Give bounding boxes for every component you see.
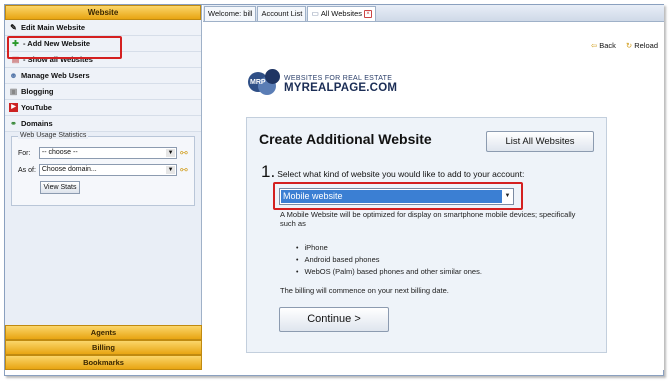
tab-all-websites[interactable]: ▭ All Websites ×: [307, 6, 377, 21]
tab-label: All Websites: [320, 9, 363, 18]
youtube-icon: ▶: [9, 103, 18, 112]
sidebar-item-label: Domains: [21, 118, 53, 128]
link-icon[interactable]: ⚯: [180, 165, 190, 176]
sidebar-item-domains[interactable]: ⚭ Domains: [5, 116, 201, 132]
sidebar-item-label: Edit Main Website: [21, 22, 86, 32]
pencil-icon: ✎: [10, 23, 17, 32]
main-panel: Welcome: bill Account List ▭ All Website…: [203, 5, 664, 370]
for-select-value: -- choose --: [41, 149, 78, 156]
mrp-logo-icon: MRP: [248, 69, 282, 99]
sidebar-bottom-sections: Agents Billing Bookmarks: [5, 325, 202, 370]
list-item: iPhone: [296, 242, 482, 254]
page-icon: ▭: [311, 9, 319, 18]
sidebar-item-label: Manage Web Users: [21, 70, 90, 80]
link-icon[interactable]: ⚯: [180, 148, 190, 159]
logo-wordmark: MYREALPAGE.COM: [284, 81, 398, 94]
chevron-down-icon: ▼: [166, 166, 176, 174]
for-label: For:: [18, 149, 31, 157]
reload-icon: ↻: [625, 41, 633, 50]
tab-label: Welcome: bill: [208, 9, 253, 18]
page-title: Create Additional Website: [259, 131, 432, 147]
reload-label: Reload: [634, 41, 658, 50]
tab-account-list[interactable]: Account List: [257, 6, 307, 21]
nav-toolbar: ⇦ Back ↻ Reload: [591, 41, 658, 50]
annotation-highlight-select: [273, 182, 523, 210]
domains-icon: ⚭: [10, 119, 17, 128]
tab-label: Account List: [261, 9, 303, 18]
for-select[interactable]: -- choose -- ▼: [38, 147, 178, 159]
logo-badge-text: MRP: [250, 79, 266, 86]
device-list: iPhone Android based phones WebOS (Palm)…: [296, 242, 482, 278]
list-all-websites-button[interactable]: List All Websites: [486, 131, 594, 152]
brand-logo: MRP WEBSITES FOR REAL ESTATE MYREALPAGE.…: [248, 69, 397, 99]
reload-button[interactable]: ↻ Reload: [626, 41, 658, 50]
step-1: 1. Select what kind of website you would…: [261, 162, 524, 182]
list-item: Android based phones: [296, 254, 482, 266]
billing-note: The billing will commence on your next b…: [280, 286, 449, 295]
sidebar-item-blogging[interactable]: ▣ Blogging: [5, 84, 201, 100]
website-type-description: A Mobile Website will be optimized for d…: [280, 210, 576, 228]
close-icon[interactable]: ×: [364, 10, 373, 18]
blog-icon: ▣: [9, 87, 18, 96]
back-arrow-icon: ⇦: [590, 41, 598, 50]
sidebar: Website ✎ Edit Main Website ✚ - Add New …: [5, 5, 202, 370]
tab-welcome[interactable]: Welcome: bill: [204, 6, 257, 21]
annotation-highlight-add-new-website: [7, 36, 122, 59]
sidebar-item-label: Blogging: [21, 86, 54, 96]
create-website-form: Create Additional Website List All Websi…: [246, 117, 607, 353]
section-billing[interactable]: Billing: [5, 340, 202, 355]
continue-button[interactable]: Continue >: [279, 307, 389, 332]
sidebar-item-edit-main-website[interactable]: ✎ Edit Main Website: [5, 20, 201, 36]
step-question: Select what kind of website you would li…: [277, 169, 525, 179]
sidebar-item-manage-web-users[interactable]: ☻ Manage Web Users: [5, 68, 201, 84]
back-button[interactable]: ⇦ Back: [591, 41, 616, 50]
tab-bar: Welcome: bill Account List ▭ All Website…: [203, 5, 664, 22]
asof-select[interactable]: Choose domain... ▼: [38, 164, 178, 176]
web-usage-statistics: Web Usage Statistics For: -- choose -- ▼…: [11, 132, 195, 206]
sidebar-header[interactable]: Website: [5, 5, 201, 20]
back-label: Back: [599, 41, 616, 50]
section-bookmarks[interactable]: Bookmarks: [5, 355, 202, 370]
asof-select-value: Choose domain...: [41, 166, 97, 173]
users-icon: ☻: [9, 71, 18, 80]
chevron-down-icon: ▼: [166, 149, 176, 157]
asof-label: As of:: [18, 166, 36, 174]
list-item: WebOS (Palm) based phones and other simi…: [296, 266, 481, 278]
step-number: 1.: [261, 162, 276, 181]
sidebar-item-youtube[interactable]: ▶ YouTube: [5, 100, 201, 116]
section-agents[interactable]: Agents: [5, 325, 202, 340]
sidebar-item-label: YouTube: [21, 102, 52, 112]
logo-tagline: WEBSITES FOR REAL ESTATE: [284, 74, 393, 82]
view-stats-button[interactable]: View Stats: [40, 181, 80, 194]
stats-title: Web Usage Statistics: [18, 132, 89, 139]
